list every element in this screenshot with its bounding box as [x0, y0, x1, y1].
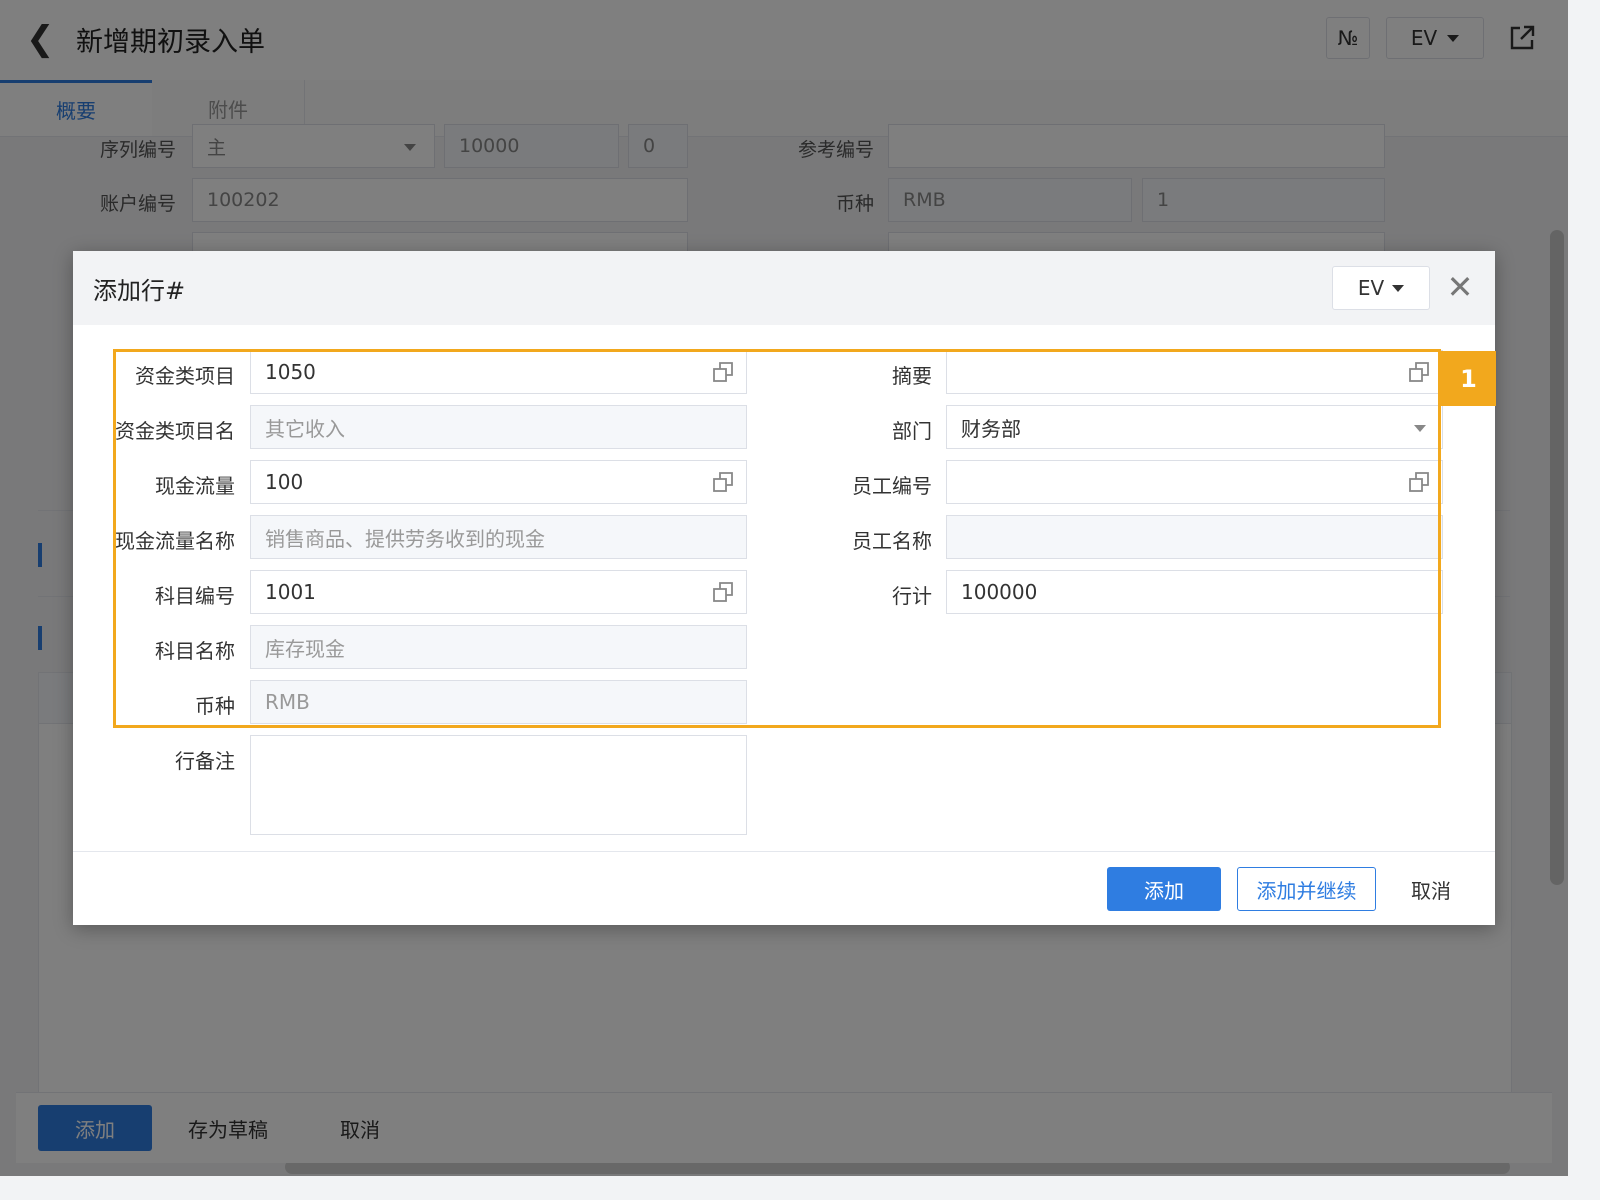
caret-down-icon [1392, 284, 1405, 292]
dialog-ev-dropdown[interactable]: EV [1332, 266, 1430, 310]
dialog-title: 添加行# [93, 277, 186, 305]
dialog-header: 添加行# EV ✕ [73, 251, 1495, 325]
cancel-button[interactable]: 取消 [1403, 867, 1459, 911]
close-icon[interactable]: ✕ [1446, 269, 1474, 305]
highlight-box [113, 349, 1441, 728]
dialog-footer-divider [73, 851, 1495, 852]
highlight-badge: 1 [1441, 351, 1496, 406]
line-remark-label: 行备注 [175, 749, 235, 773]
line-remark-textarea[interactable] [250, 735, 747, 835]
add-continue-button[interactable]: 添加并继续 [1237, 867, 1376, 911]
dialog-ev-label: EV [1357, 276, 1385, 300]
add-button[interactable]: 添加 [1107, 867, 1221, 911]
